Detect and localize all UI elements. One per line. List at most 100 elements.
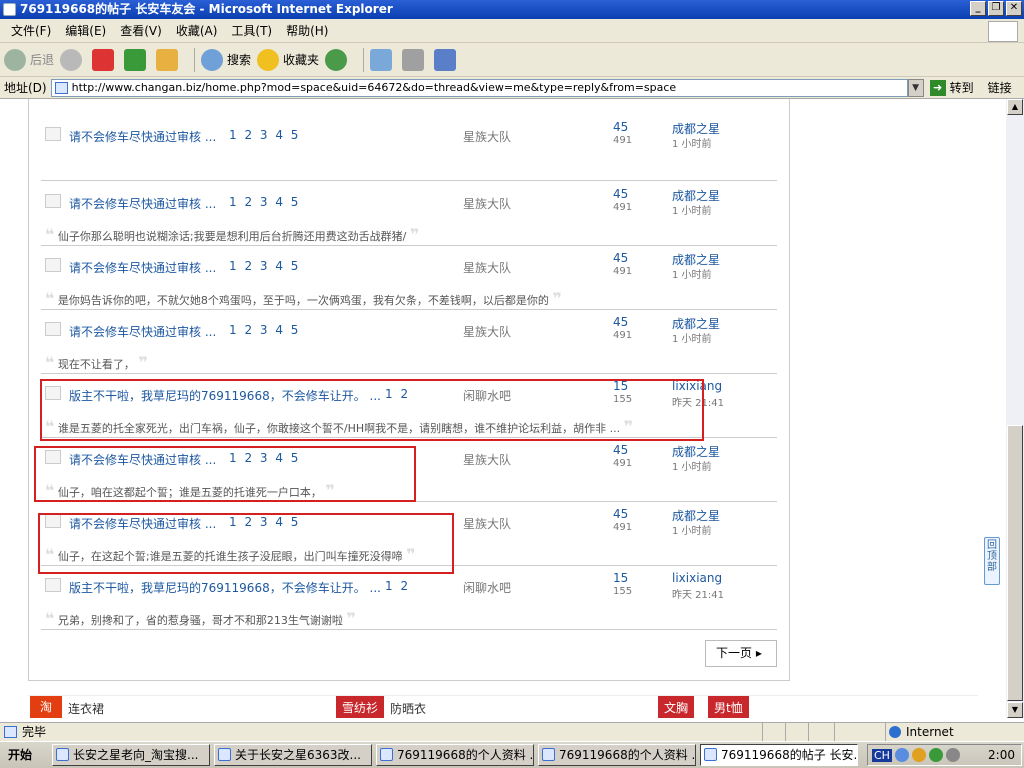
thread-pages[interactable]: 1 2 3 4 5 xyxy=(229,195,298,209)
forum-name[interactable]: 星族大队 xyxy=(463,451,511,468)
ie-icon xyxy=(56,748,69,761)
thread-title-link[interactable]: 请不会修车尽快通过审核 ... xyxy=(69,323,216,340)
back-to-top-button[interactable]: 回顶部 xyxy=(984,537,1000,585)
menu-tools[interactable]: 工具(T) xyxy=(224,22,279,39)
reply-count[interactable]: 45 xyxy=(613,251,628,265)
tray-icon[interactable] xyxy=(928,748,943,762)
ad-tshirt-link[interactable]: 男t恤 xyxy=(708,696,749,718)
next-page-label: 下一页 xyxy=(716,646,753,660)
reply-count[interactable]: 45 xyxy=(613,187,628,201)
forum-name[interactable]: 闲聊水吧 xyxy=(463,579,511,596)
thread-icon xyxy=(45,258,61,272)
go-arrow-icon[interactable]: ➜ xyxy=(929,79,946,96)
home-button[interactable] xyxy=(156,48,182,71)
reply-quote: ❝ 是你妈告诉你的吧，不就欠她8个鸡蛋吗，至于吗，一次俩鸡蛋，我有欠条，不差钱啊… xyxy=(45,289,562,308)
ad-sunproof-link[interactable]: 防晒衣 xyxy=(390,700,426,717)
ie-icon xyxy=(218,748,231,761)
menu-help[interactable]: 帮助(H) xyxy=(279,22,335,39)
forum-name[interactable]: 星族大队 xyxy=(463,323,511,340)
print-button[interactable] xyxy=(402,48,428,71)
ad-bra-link[interactable]: 文胸 xyxy=(658,696,695,718)
reply-count[interactable]: 45 xyxy=(613,507,628,521)
thread-title-link[interactable]: 请不会修车尽快通过审核 ... xyxy=(69,195,216,212)
tray-icon[interactable] xyxy=(945,748,960,762)
thread-row: 请不会修车尽快通过审核 ... 1 2 3 4 5 星族大队 45 491 成都… xyxy=(41,246,777,310)
ad-dress-link[interactable]: 连衣裙 xyxy=(68,700,104,717)
tray-icon[interactable] xyxy=(911,748,926,762)
menu-file[interactable]: 文件(F) xyxy=(4,22,58,39)
status-text: 完毕 xyxy=(22,725,47,739)
close-button[interactable]: ✕ xyxy=(1006,1,1022,16)
tray-icon[interactable] xyxy=(894,748,909,762)
scroll-up-arrow-icon[interactable]: ▲ xyxy=(1007,99,1023,115)
thread-icon xyxy=(45,127,61,141)
taskbar-item-active[interactable]: 769119668的帖子 长安... xyxy=(700,744,858,766)
favorites-button[interactable]: 收藏夹 xyxy=(257,48,319,71)
print-icon xyxy=(402,48,425,71)
view-count: 491 xyxy=(613,266,633,277)
start-button[interactable]: 开始 xyxy=(4,744,52,766)
address-dropdown-button[interactable]: ▼ xyxy=(907,78,924,97)
taskbar-item[interactable]: 769119668的个人资料 ... xyxy=(538,744,696,766)
next-page-button[interactable]: 下一页 ▸ xyxy=(705,640,777,667)
forum-name[interactable]: 星族大队 xyxy=(463,259,511,276)
scroll-down-arrow-icon[interactable]: ▼ xyxy=(1007,702,1023,718)
view-count: 491 xyxy=(613,135,633,146)
thread-title-link[interactable]: 请不会修车尽快通过审核 ... xyxy=(69,259,216,276)
search-button[interactable]: 搜索 xyxy=(201,48,251,71)
reply-count[interactable]: 45 xyxy=(613,315,628,329)
last-poster-link[interactable]: lixixiang xyxy=(672,571,722,585)
thread-pages[interactable]: 1 2 xyxy=(385,579,408,593)
view-count: 491 xyxy=(613,458,633,469)
maximize-button[interactable]: ❐ xyxy=(988,1,1004,16)
scroll-thumb[interactable] xyxy=(1007,425,1023,701)
popup-blocked-icon[interactable] xyxy=(834,723,862,741)
taskbar-item[interactable]: 769119668的个人资料 ... xyxy=(376,744,534,766)
menu-bar: 文件(F) 编辑(E) 查看(V) 收藏(A) 工具(T) 帮助(H) xyxy=(0,19,1024,43)
security-zone: Internet xyxy=(885,723,1007,741)
edit-icon xyxy=(434,48,457,71)
go-button[interactable]: 转到 xyxy=(950,79,974,96)
refresh-button[interactable] xyxy=(124,48,150,71)
links-button[interactable]: 链接 xyxy=(988,79,1012,96)
reply-count[interactable]: 15 xyxy=(613,571,628,585)
ad-chiffon-link[interactable]: 雪纺衫 xyxy=(336,696,385,718)
last-post-time: 1 小时前 xyxy=(672,462,712,473)
vertical-scrollbar[interactable]: ▲ ▼ xyxy=(1006,99,1024,718)
taskbar-item-label: 769119668的帖子 长安... xyxy=(721,748,858,762)
edit-button[interactable] xyxy=(434,48,460,71)
ad-banner[interactable]: 淘 连衣裙 雪纺衫 防晒衣 文胸 男t恤 xyxy=(28,695,978,718)
minimize-button[interactable]: _ xyxy=(970,1,986,16)
forum-name[interactable]: 星族大队 xyxy=(463,515,511,532)
thread-pages[interactable]: 1 2 3 4 5 xyxy=(229,128,298,142)
thread-title-link[interactable]: 请不会修车尽快通过审核 ... xyxy=(69,128,216,145)
last-post-time: 1 小时前 xyxy=(672,334,712,345)
toolbar-divider xyxy=(363,47,365,72)
thread-pages[interactable]: 1 2 3 4 5 xyxy=(229,323,298,337)
menu-view[interactable]: 查看(V) xyxy=(113,22,169,39)
menu-favorites[interactable]: 收藏(A) xyxy=(169,22,225,39)
taskbar-item[interactable]: 长安之星老向_淘宝搜... xyxy=(52,744,210,766)
forum-name[interactable]: 星族大队 xyxy=(463,128,511,145)
taskbar-item-label: 769119668的个人资料 ... xyxy=(397,748,534,762)
reply-quote-text: 仙子你那么聪明也说糊涂话;我要是想利用后台折腾还用费这劲舌战群猪/ xyxy=(57,230,407,243)
menu-edit[interactable]: 编辑(E) xyxy=(58,22,113,39)
ime-indicator[interactable]: CH xyxy=(872,748,892,762)
taskbar: 开始 长安之星老向_淘宝搜... 关于长安之星6363改... 76911966… xyxy=(0,741,1024,768)
reply-count[interactable]: 45 xyxy=(613,120,628,134)
reply-quote: ❝ 兄弟，别搀和了，省的惹身骚，哥才不和那213生气谢谢啦 ❞ xyxy=(45,609,356,628)
history-button[interactable] xyxy=(325,48,351,71)
forward-button[interactable] xyxy=(60,48,86,71)
mail-button[interactable] xyxy=(370,48,396,71)
stop-button[interactable] xyxy=(92,48,118,71)
forum-name[interactable]: 星族大队 xyxy=(463,195,511,212)
thread-title-link[interactable]: 版主不干啦，我草尼玛的769119668，不会修车让开。 ... xyxy=(69,579,381,596)
reply-count[interactable]: 45 xyxy=(613,443,628,457)
history-icon xyxy=(325,48,348,71)
taskbar-item[interactable]: 关于长安之星6363改... xyxy=(214,744,372,766)
back-button[interactable]: 后退 xyxy=(4,48,54,71)
reply-quote: ❝ 仙子你那么聪明也说糊涂话;我要是想利用后台折腾还用费这劲舌战群猪/ ❞ xyxy=(45,225,420,244)
last-post-time: 1 小时前 xyxy=(672,139,712,150)
thread-pages[interactable]: 1 2 3 4 5 xyxy=(229,259,298,273)
address-input[interactable]: http://www.changan.biz/home.php?mod=spac… xyxy=(50,78,908,97)
